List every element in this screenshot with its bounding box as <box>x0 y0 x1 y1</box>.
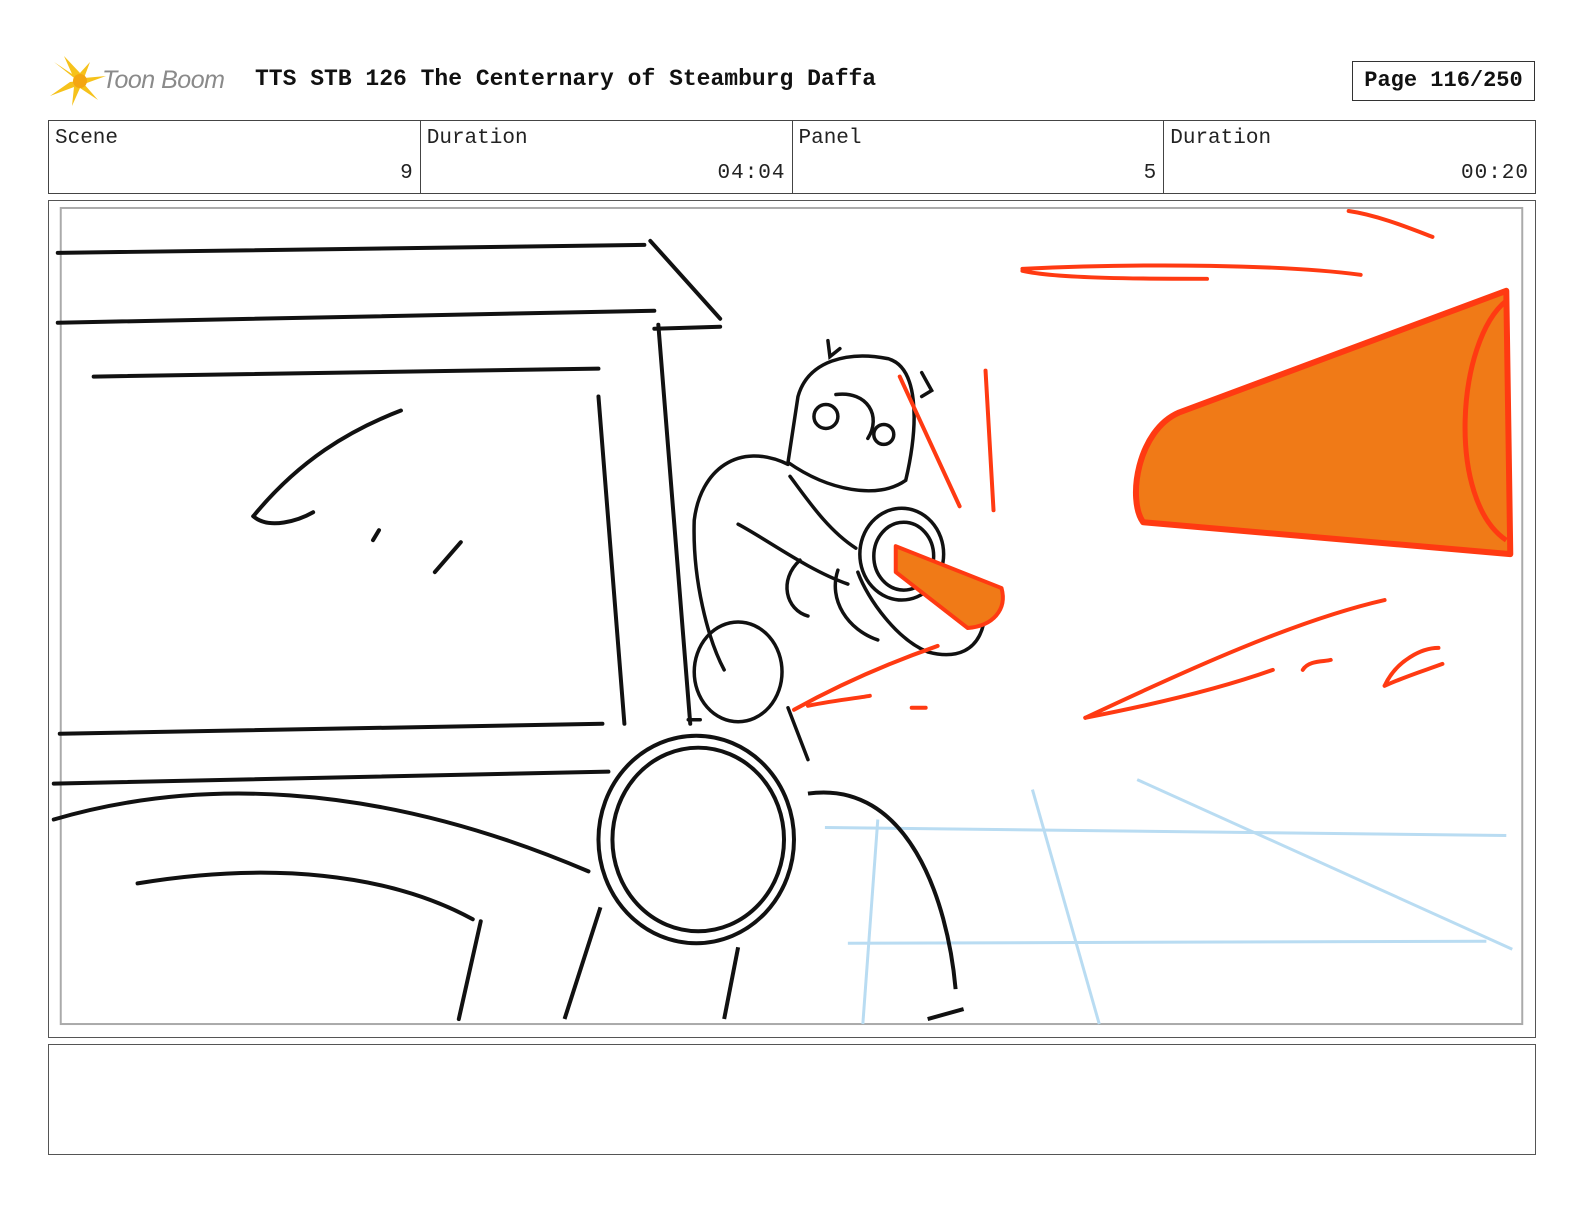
safe-area-frame <box>59 206 1524 1026</box>
scene-duration-value: 04:04 <box>717 162 786 185</box>
logo-text: Toon Boom <box>102 66 225 94</box>
scene-duration-cell: Duration 04:04 <box>421 121 793 193</box>
panel-duration-value: 00:20 <box>1460 162 1529 185</box>
panel-label: Panel <box>798 127 862 150</box>
panel-notes-box <box>48 1044 1536 1155</box>
panel-cell: Panel 5 <box>793 121 1165 193</box>
scene-label: Scene <box>55 127 119 150</box>
panel-duration-cell: Duration 00:20 <box>1164 121 1535 193</box>
storyboard-panel <box>48 200 1536 1038</box>
panel-sketch <box>51 206 1524 1026</box>
scene-cell: Scene 9 <box>49 121 421 193</box>
document-title: TTS STB 126 The Centernary of Steamburg … <box>255 66 877 92</box>
wheel-sketch <box>562 733 965 1021</box>
scene-info-table: Scene 9 Duration 04:04 Panel 5 Duration … <box>48 120 1536 194</box>
toon-boom-logo: Toon Boom <box>50 56 240 106</box>
panel-duration-label: Duration <box>1170 127 1272 150</box>
flame-blast <box>1133 287 1514 558</box>
panel-value: 5 <box>1143 162 1158 185</box>
page-number: Page 116/250 <box>1352 61 1535 101</box>
scene-value: 9 <box>400 162 414 185</box>
perspective-guides <box>824 778 1513 1025</box>
muzzle-flash <box>893 544 1005 630</box>
starburst-icon <box>50 56 106 106</box>
character-sketch <box>686 338 986 762</box>
scene-duration-label: Duration <box>426 127 528 150</box>
